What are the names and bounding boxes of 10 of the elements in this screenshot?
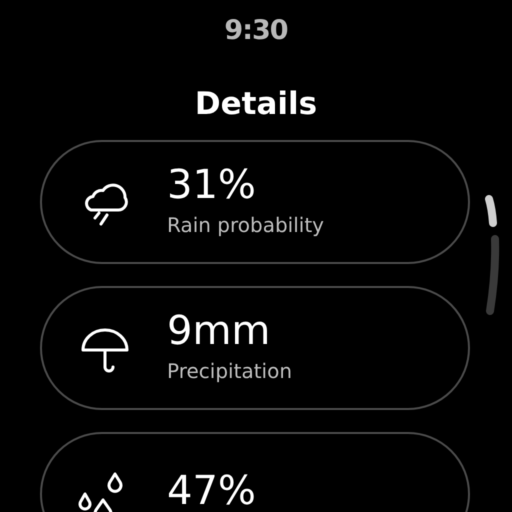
- detail-label: Precipitation: [167, 359, 292, 383]
- detail-card[interactable]: 47%: [40, 432, 470, 512]
- detail-card[interactable]: 9mm Precipitation: [40, 286, 470, 410]
- page-title: Details: [194, 86, 318, 122]
- clock-time: 9:30: [224, 15, 288, 46]
- detail-value: 9mm: [167, 307, 272, 355]
- detail-value: 31%: [167, 161, 257, 209]
- detail-value: 47%: [167, 467, 256, 512]
- detail-card[interactable]: 31% Rain probability: [40, 140, 470, 264]
- detail-label: Rain probability: [167, 213, 324, 237]
